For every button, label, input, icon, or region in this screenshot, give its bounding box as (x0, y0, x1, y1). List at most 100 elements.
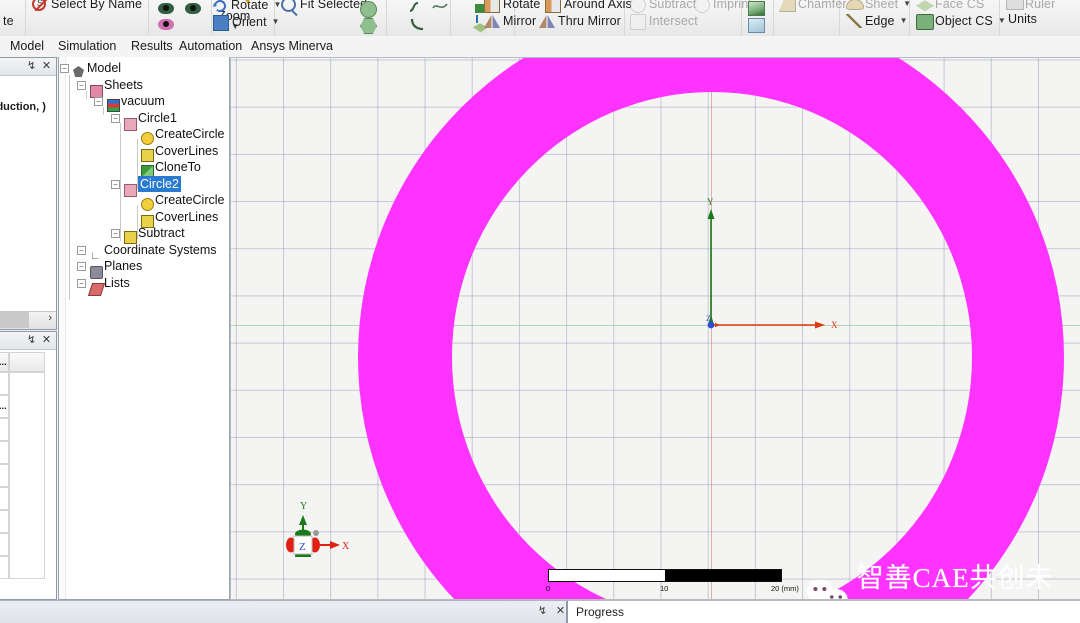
orient-dropdown-arrow[interactable]: ▼ (243, 0, 252, 6)
fit-selected-icon (281, 0, 297, 12)
tree-expander[interactable]: − (77, 262, 86, 271)
table-row[interactable] (0, 372, 9, 395)
svg-text:Z: Z (299, 541, 306, 553)
tree-node-vacuum[interactable]: − vacuum (59, 93, 229, 112)
tree-node-coverlines[interactable]: CoverLines (59, 143, 229, 162)
intersect-button[interactable]: Intersect (630, 13, 698, 30)
imprint-button[interactable]: Imprint (694, 0, 752, 13)
left-top-panel-body: onduction, ) (0, 76, 56, 309)
tab-model[interactable]: Model (10, 39, 44, 53)
tree-node-createcircle[interactable]: CreateCircle (59, 126, 229, 145)
spline-button[interactable] (432, 0, 448, 16)
tree-node-planes[interactable]: − Planes (59, 258, 229, 279)
subtract-button[interactable]: Subtract (630, 0, 696, 13)
edge-icon (846, 13, 862, 29)
tree-node-createcircle[interactable]: CreateCircle (59, 192, 229, 211)
table-row[interactable] (0, 464, 9, 487)
tree-expander[interactable]: − (77, 245, 86, 255)
tree-expander[interactable]: − (111, 179, 120, 189)
tree-expander[interactable]: − (77, 80, 86, 90)
table-row[interactable]: U... (0, 395, 9, 418)
pin-button-top[interactable]: ↯ (25, 60, 38, 73)
table-row[interactable] (0, 556, 9, 579)
tree-node-label: Circle1 (138, 110, 177, 125)
image-green-button[interactable] (748, 0, 765, 16)
tree-node-lists[interactable]: − Lists (59, 275, 229, 296)
3d-viewport[interactable]: Y X Z Z X Y 0 10 20 (mm) 智善CAE共创未 (230, 57, 1080, 600)
tree-expander[interactable]: − (77, 278, 86, 288)
table-col-header[interactable]: U... (0, 352, 9, 372)
units-button[interactable]: Units (1008, 13, 1037, 26)
rotate-body-icon (484, 0, 500, 13)
menu-bar: Model Simulation Results Automation Ansy… (0, 36, 1080, 58)
hexagon-shape-button[interactable] (360, 18, 377, 34)
tree-expander[interactable]: − (94, 97, 103, 106)
circle-shape-button[interactable] (360, 1, 377, 18)
orient-icon (213, 14, 229, 31)
table-row[interactable] (0, 441, 9, 464)
curve-button[interactable] (408, 0, 424, 16)
tab-simulation[interactable]: Simulation (58, 39, 116, 53)
rotate-body-button[interactable]: Rotate (484, 0, 540, 13)
tab-ansys-minerva[interactable]: Ansys Minerva (251, 39, 333, 53)
tree-node-coordinate-systems[interactable]: − ∟ Coordinate Systems (59, 242, 229, 262)
fit-selected-button[interactable]: Fit Selected (281, 0, 367, 12)
scale-tick-10: 10 (660, 584, 669, 593)
close-button-bottom[interactable]: ✕ (40, 334, 53, 347)
tree-expander[interactable]: − (111, 113, 120, 123)
corner-triad[interactable]: Z X Y (280, 477, 350, 557)
close-button-top[interactable]: ✕ (40, 60, 53, 73)
sheet-button[interactable]: Sheet ▼ (846, 0, 911, 12)
mirror-button[interactable]: Mirror (484, 13, 536, 29)
pin-button-bottom[interactable]: ↯ (25, 334, 38, 347)
table-row[interactable] (0, 418, 9, 441)
truncated-label[interactable]: te (3, 15, 14, 28)
image-blue-button[interactable] (748, 17, 765, 33)
clone-to-icon (141, 162, 154, 178)
left-top-panel-scrollbar[interactable]: › (0, 311, 56, 329)
chamfer-button[interactable]: Chamfer (779, 0, 847, 12)
thru-mirror-button[interactable]: Thru Mirror (539, 13, 621, 29)
tree-node-circle1[interactable]: − Circle1 (59, 110, 229, 131)
tree-node-cloneto[interactable]: CloneTo (59, 159, 229, 178)
edge-button[interactable]: Edge ▼ (846, 13, 908, 29)
scroll-thumb[interactable] (0, 312, 29, 328)
table-row[interactable] (0, 533, 9, 556)
tree-node-coverlines[interactable]: CoverLines (59, 209, 229, 228)
tree-expander[interactable]: − (111, 229, 120, 238)
table-row[interactable] (0, 510, 9, 533)
tree-node-sheets[interactable]: − Sheets (59, 77, 229, 98)
tree-expander[interactable]: − (60, 64, 69, 73)
table-col-header-2[interactable] (9, 352, 45, 372)
tree-node-circle2[interactable]: − Circle2 (59, 175, 229, 197)
cover-lines-icon (141, 146, 154, 162)
left-bottom-dock-panel: ↯ ✕ U... U... (0, 331, 57, 600)
eye-icon (158, 1, 174, 17)
arc-button[interactable] (410, 17, 426, 33)
pin-button-progress[interactable]: ↯ (536, 605, 549, 618)
model-tree-panel[interactable]: − Model − Sheets − vacuum − Circle1 CreateCircle… (58, 57, 230, 600)
imprint-icon (694, 0, 710, 13)
table-value-column[interactable] (9, 372, 45, 579)
eye-hidden-button[interactable] (185, 1, 201, 17)
panel-truncated-text: onduction, ) (0, 101, 46, 113)
object-cs-button[interactable]: Object CS ▼ (916, 13, 1006, 30)
select-by-name-button[interactable]: S Select By Name (32, 0, 142, 12)
eye-pink-button[interactable] (158, 17, 174, 33)
curve-icon (408, 0, 424, 16)
tree-node-model[interactable]: − Model (59, 60, 229, 77)
table-row[interactable] (0, 487, 9, 510)
scroll-more-icon[interactable]: › (48, 312, 52, 324)
tab-results[interactable]: Results (131, 39, 173, 53)
no-select-icon: S (32, 0, 48, 12)
face-cs-button[interactable]: Face CS (916, 0, 984, 12)
circle-icon (124, 113, 137, 131)
tab-automation[interactable]: Automation (179, 39, 242, 53)
ruler-button[interactable]: Ruler (1006, 0, 1055, 12)
progress-panel[interactable]: Progress (566, 601, 1080, 623)
tree-node-label: Sheets (104, 77, 143, 92)
orient-button[interactable]: Orient ▼ (213, 14, 280, 31)
around-axis-button[interactable]: Around Axis (545, 0, 632, 13)
tree-node-subtract[interactable]: − Subtract (59, 225, 229, 244)
eye-visibility-button[interactable] (158, 1, 174, 17)
